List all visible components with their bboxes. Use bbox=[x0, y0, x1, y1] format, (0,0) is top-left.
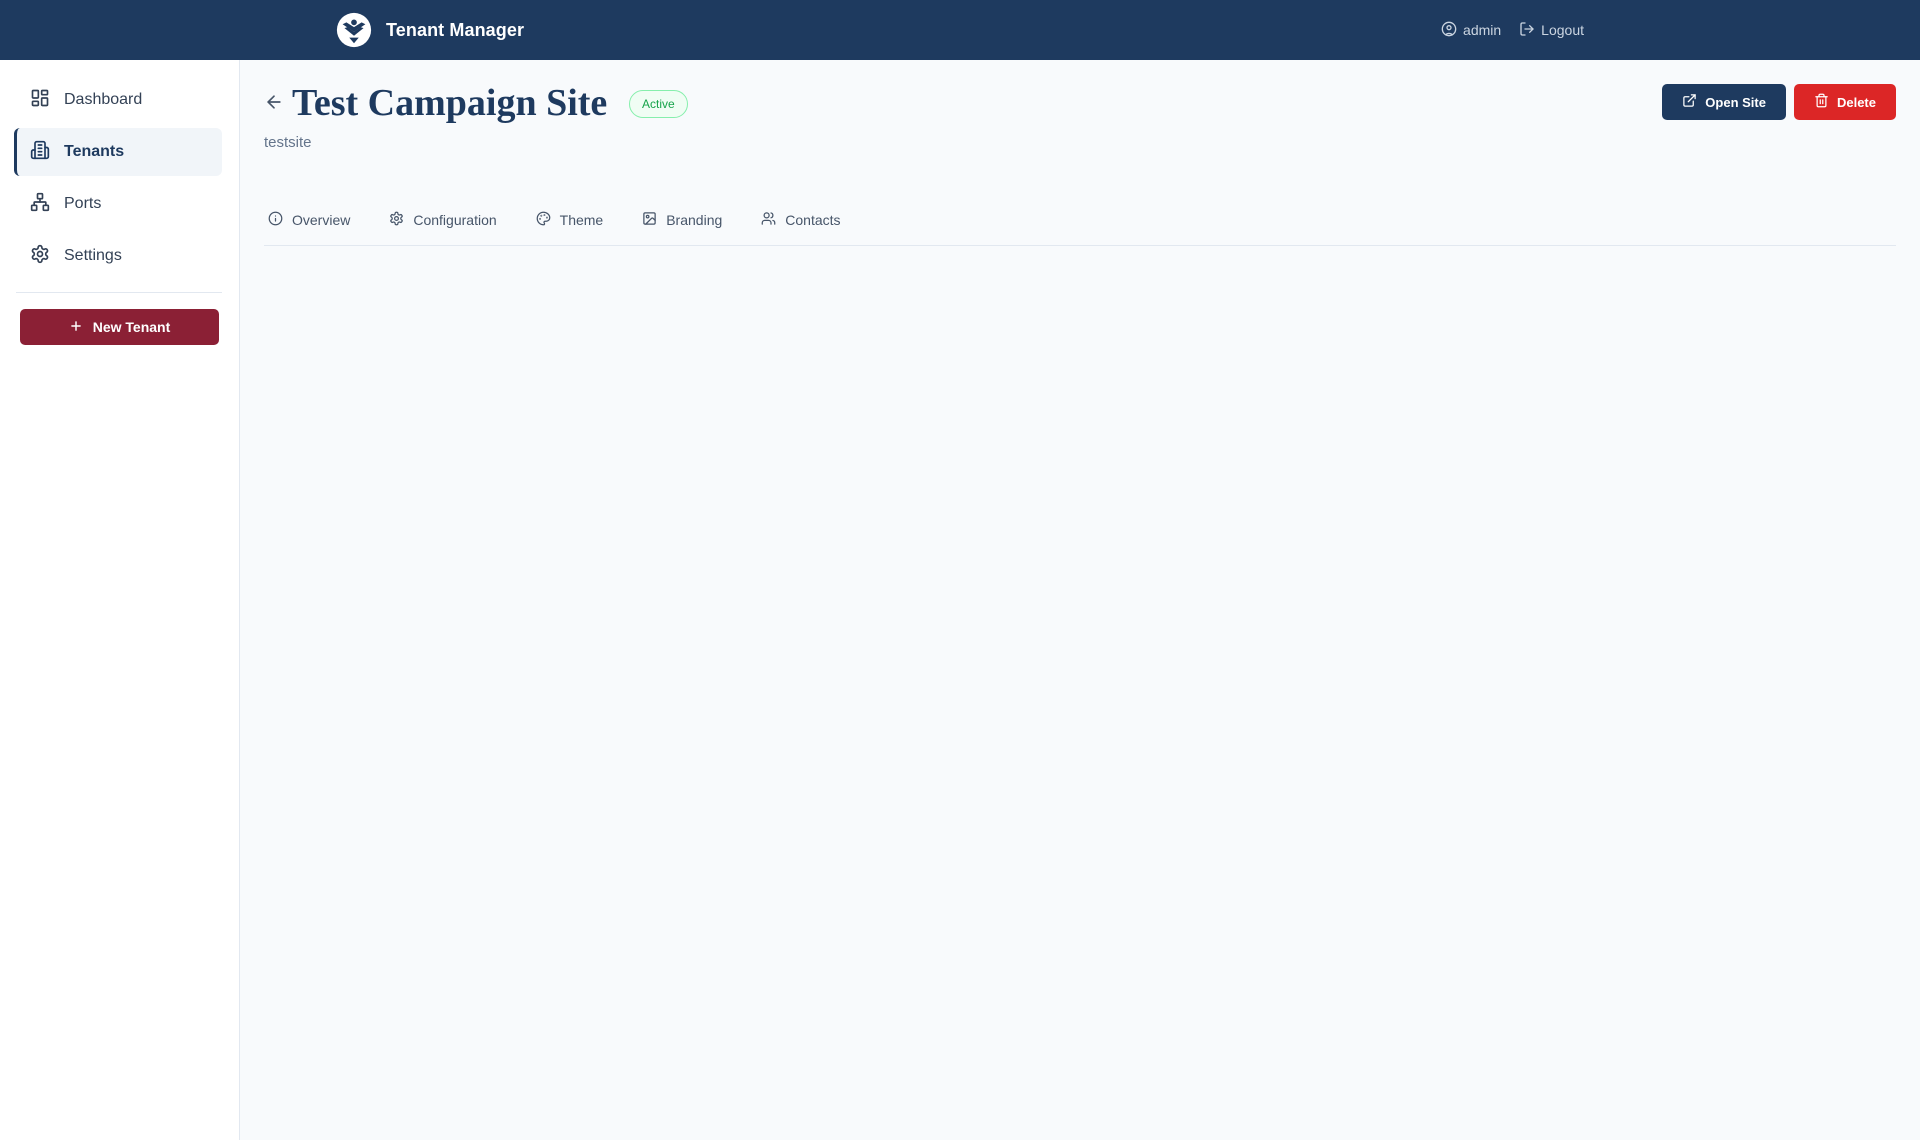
info-icon bbox=[268, 211, 283, 229]
sidebar-item-label: Tenants bbox=[64, 143, 125, 160]
new-tenant-label: New Tenant bbox=[92, 319, 171, 335]
gear-icon bbox=[30, 244, 50, 269]
logout-label: Logout bbox=[1541, 22, 1584, 38]
image-icon bbox=[642, 211, 657, 229]
new-tenant-button[interactable]: New Tenant bbox=[20, 309, 219, 345]
palette-icon bbox=[536, 211, 551, 229]
delete-label: Delete bbox=[1836, 94, 1876, 110]
dashboard-icon bbox=[30, 88, 50, 113]
open-site-button[interactable]: Open Site bbox=[1662, 84, 1786, 120]
sidebar-item-tenants[interactable]: Tenants bbox=[14, 128, 222, 176]
tenant-slug: testsite bbox=[264, 134, 312, 151]
open-site-label: Open Site bbox=[1705, 94, 1766, 110]
sidebar-item-label: Settings bbox=[64, 247, 122, 264]
tab-overview[interactable]: Overview bbox=[264, 194, 370, 246]
sidebar-item-dashboard[interactable]: Dashboard bbox=[14, 76, 222, 124]
sidebar-item-label: Ports bbox=[64, 195, 102, 212]
tab-bar: Overview Configuration Theme Branding Co… bbox=[264, 194, 1896, 246]
back-arrow-icon[interactable] bbox=[264, 92, 284, 112]
tab-contacts[interactable]: Contacts bbox=[757, 194, 860, 246]
tab-label: Contacts bbox=[785, 211, 841, 228]
users-icon bbox=[761, 211, 776, 229]
tab-theme[interactable]: Theme bbox=[532, 194, 624, 246]
building-icon bbox=[30, 140, 50, 165]
sidebar-item-settings[interactable]: Settings bbox=[14, 232, 222, 280]
top-bar: Tenant Manager admin Logout bbox=[0, 0, 1920, 60]
brand[interactable]: Tenant Manager bbox=[334, 10, 524, 50]
sidebar-item-ports[interactable]: Ports bbox=[14, 180, 222, 228]
tab-configuration[interactable]: Configuration bbox=[385, 194, 516, 246]
trash-icon bbox=[1814, 93, 1829, 111]
external-link-icon bbox=[1682, 93, 1697, 111]
gear-icon bbox=[389, 211, 404, 229]
delete-button[interactable]: Delete bbox=[1793, 84, 1896, 120]
status-badge: Active bbox=[629, 90, 688, 118]
tab-label: Overview bbox=[292, 211, 351, 228]
tab-label: Theme bbox=[559, 211, 604, 228]
app-title: Tenant Manager bbox=[386, 19, 525, 40]
sidebar-divider bbox=[16, 292, 222, 293]
main-content: Test Campaign Site Active testsite Open … bbox=[264, 60, 1896, 246]
sidebar: Dashboard Tenants Ports Settings New Ten… bbox=[0, 60, 240, 1140]
user-circle-icon bbox=[1441, 21, 1457, 40]
page-title: Test Campaign Site bbox=[292, 82, 608, 124]
user-area: admin Logout bbox=[1441, 0, 1584, 60]
user-menu[interactable]: admin bbox=[1441, 21, 1501, 40]
page-header: Test Campaign Site Active testsite Open … bbox=[264, 60, 1896, 160]
logout-icon bbox=[1519, 21, 1535, 40]
tab-label: Branding bbox=[666, 211, 723, 228]
tab-label: Configuration bbox=[413, 211, 497, 228]
logout-link[interactable]: Logout bbox=[1519, 21, 1584, 40]
tab-branding[interactable]: Branding bbox=[638, 194, 742, 246]
eagle-shield-icon bbox=[334, 10, 374, 50]
header-actions: Open Site Delete bbox=[1662, 84, 1896, 120]
sidebar-item-label: Dashboard bbox=[64, 91, 143, 108]
network-icon bbox=[30, 192, 50, 217]
plus-icon bbox=[69, 319, 83, 336]
username: admin bbox=[1463, 22, 1502, 38]
